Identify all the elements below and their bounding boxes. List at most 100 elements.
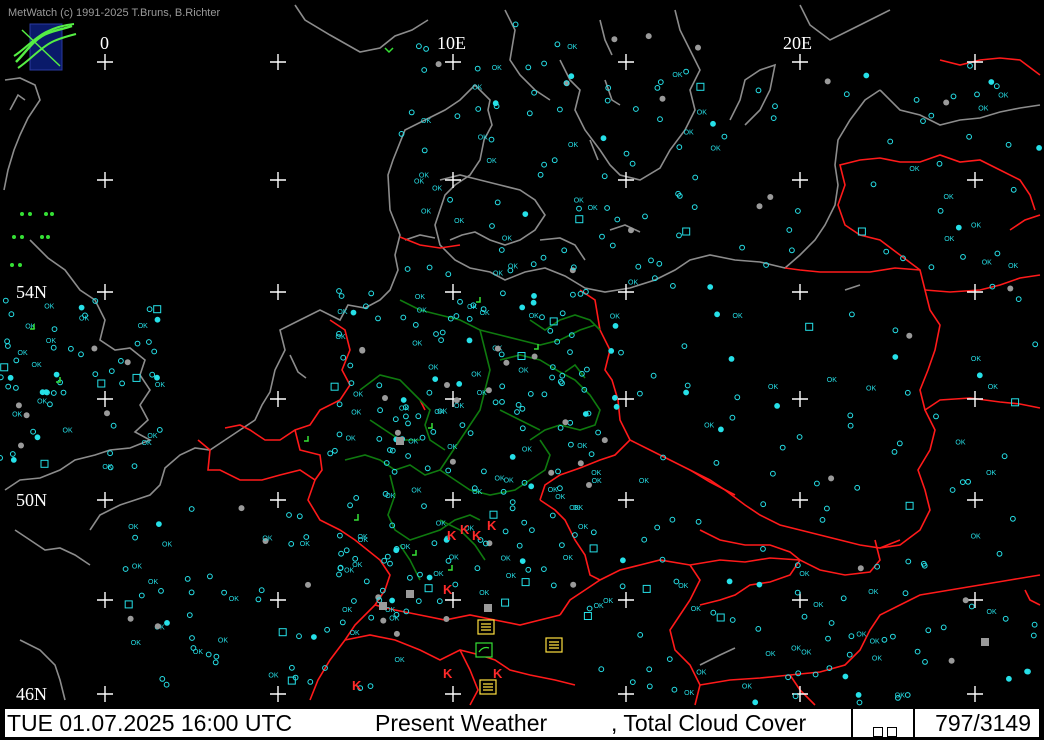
station-marker: OK [502,235,512,242]
station-marker: OK [567,44,577,51]
station-marker [10,457,17,463]
station-marker: OK [577,443,587,450]
station-marker [718,426,724,433]
station-marker: OK [63,428,73,435]
station-marker: OK [342,607,352,614]
cloud-cover-label: , Total Cloud Cover [611,710,807,736]
station-marker: OK [46,338,56,345]
station-marker: OK [971,356,981,363]
legend-swatch-box [851,709,915,737]
station-marker [23,412,30,419]
station-marker: OK [522,446,532,453]
station-marker [53,371,60,378]
station-marker: OK [765,651,775,658]
station-marker: OK [408,439,418,446]
station-marker [432,376,439,383]
station-marker: OK [138,323,148,330]
station-marker [707,284,714,290]
station-marker [577,460,584,467]
station-marker [855,692,862,698]
legend-swatch [887,727,897,737]
station-marker: OK [742,683,752,690]
station-marker: OK [799,571,809,578]
station-marker: OK [610,313,620,320]
station-marker: OK [478,134,488,141]
station-marker: OK [986,470,996,477]
station-marker [393,630,400,637]
lat-label-54n: 54N [16,282,47,302]
lat-label-46n: 46N [16,684,47,704]
svg-text:K: K [443,582,453,597]
station-marker: OK [870,639,880,646]
station-marker: OK [449,555,459,562]
station-marker: OK [12,411,22,418]
station-marker: OK [412,341,422,348]
station-marker: OK [155,382,165,389]
station-marker [988,79,995,85]
station-marker: OK [856,632,866,639]
svg-text:K: K [487,518,497,533]
station-marker [154,316,161,323]
station-marker [522,211,529,218]
station-marker [613,403,620,410]
station-marker: OK [350,630,360,637]
station-marker: OK [415,294,425,301]
station-marker [18,442,24,449]
station-marker: OK [395,657,405,664]
station-marker [466,337,473,344]
station-marker [611,36,618,43]
station-marker: OK [102,464,112,471]
station-marker: OK [148,579,158,586]
station-marker [380,617,387,624]
station-marker: OK [574,198,584,205]
station-marker [519,558,526,564]
station-marker: OK [385,493,395,500]
station-marker: OK [684,130,694,137]
station-marker: OK [346,435,356,442]
station-marker [892,354,899,360]
station-marker [906,332,913,339]
station-marker: OK [353,392,363,399]
weather-map[interactable]: 0 10E 20E 54N 50N 46N MetWatch (c) 1991-… [0,0,1044,708]
lat-label-50n: 50N [16,490,47,510]
station-marker [774,403,780,409]
station-marker: OK [128,524,138,531]
station-marker: OK [337,309,347,316]
station-marker: OK [672,72,682,79]
station-marker [124,359,131,366]
station-marker: OK [909,166,919,173]
station-marker: OK [218,637,228,644]
station-marker: OK [262,535,272,542]
station-marker: OK [436,521,446,528]
station-marker [976,372,983,379]
station-marker [154,623,161,630]
station-marker [767,194,774,200]
station-marker: OK [506,573,516,580]
station-marker: OK [479,590,489,597]
station-marker: OK [454,403,464,410]
station-marker [485,387,492,394]
station-marker: OK [79,316,89,323]
station-marker [435,61,442,68]
station-marker [752,699,759,706]
station-marker [528,483,535,490]
station-marker: OK [955,439,965,446]
station-marker: OK [487,158,497,165]
station-marker [389,597,396,604]
station-marker: OK [866,386,876,393]
station-marker: OK [352,562,362,569]
station-marker: OK [414,179,424,186]
station-marker: OK [472,84,482,91]
station-marker [359,346,366,353]
station-marker [569,267,576,274]
station-marker [1007,285,1014,292]
station-marker: OK [569,505,579,512]
station-marker: OK [229,596,239,603]
station-marker: OK [529,313,539,320]
station-marker [683,389,689,396]
lon-label-20e: 20E [783,33,812,53]
station-marker [509,454,516,460]
station-marker: OK [555,494,565,501]
status-bar: TUE 01.07.2025 16:00 UTC Present Weather… [4,708,1040,738]
station-marker: OK [1008,263,1018,270]
